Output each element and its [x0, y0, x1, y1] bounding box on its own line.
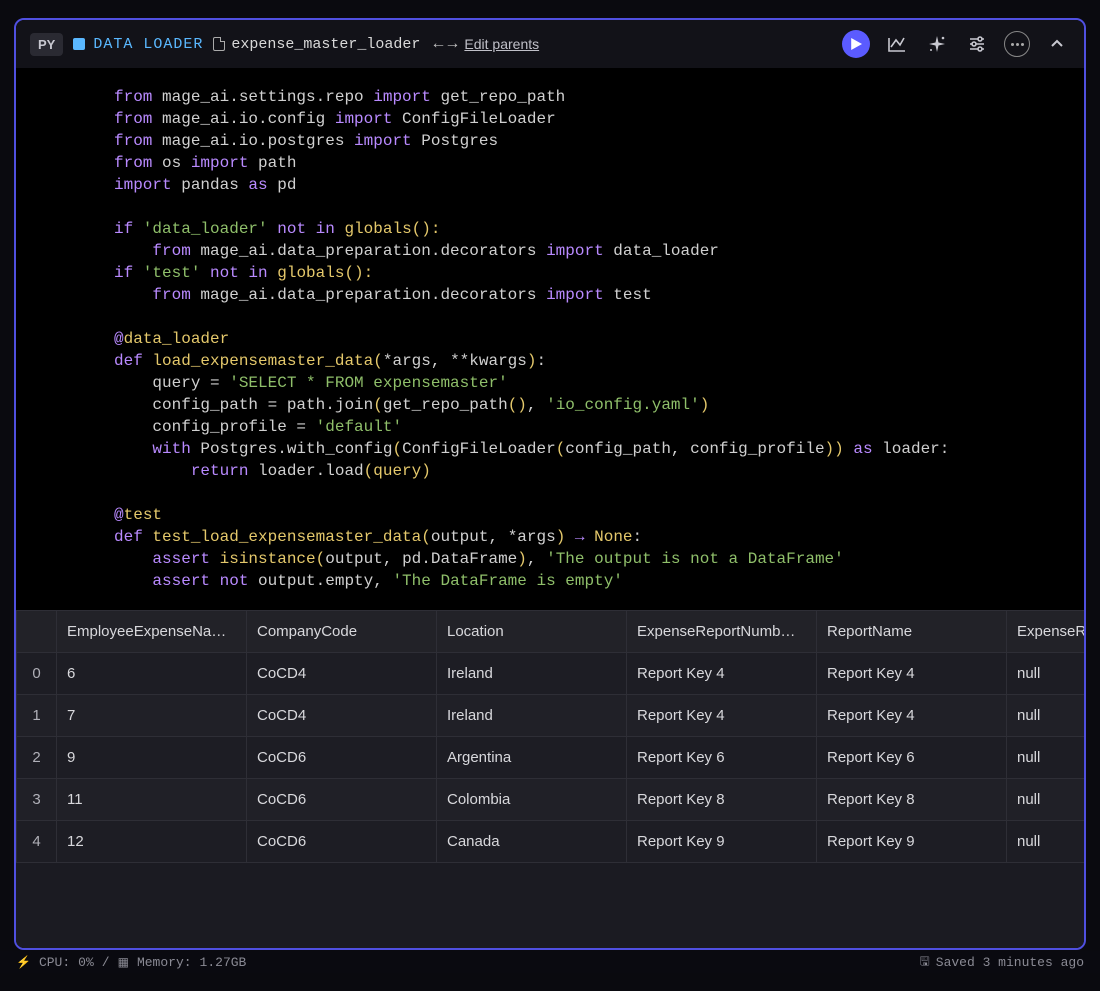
more-menu-button[interactable]	[1004, 31, 1030, 57]
table-cell: Report Key 6	[817, 737, 1007, 779]
cpu-value: 0%	[78, 955, 94, 970]
sparkle-icon	[927, 34, 947, 54]
table-cell: 9	[57, 737, 247, 779]
table-cell: Colombia	[437, 779, 627, 821]
chart-icon	[887, 34, 907, 54]
table-cell: Report Key 8	[627, 779, 817, 821]
lang-badge: PY	[30, 33, 63, 56]
table-cell: Report Key 4	[817, 653, 1007, 695]
output-table[interactable]: EmployeeExpenseNa… CompanyCode Location …	[16, 610, 1084, 948]
settings-sliders-button[interactable]	[964, 31, 990, 57]
status-bar: ⚡ CPU: 0% / ▦ Memory: 1.27GB 🖫 Saved 3 m…	[0, 951, 1100, 973]
col-header[interactable]: EmployeeExpenseNa…	[57, 611, 247, 653]
table-row[interactable]: 06CoCD4IrelandReport Key 4Report Key 4nu…	[17, 653, 1085, 695]
block-type-label[interactable]: DATA LOADER	[73, 36, 203, 53]
mem-value: 1.27GB	[200, 955, 247, 970]
row-index: 4	[17, 821, 57, 863]
table-cell: CoCD4	[247, 695, 437, 737]
table-cell: Report Key 6	[627, 737, 817, 779]
row-index: 0	[17, 653, 57, 695]
data-table: EmployeeExpenseNa… CompanyCode Location …	[16, 610, 1084, 863]
edit-parents-link[interactable]: Edit parents	[464, 36, 539, 52]
row-index: 1	[17, 695, 57, 737]
table-cell: Argentina	[437, 737, 627, 779]
panel-header: PY DATA LOADER expense_master_loader ←→ …	[16, 20, 1084, 68]
play-icon	[850, 38, 862, 50]
sliders-icon	[967, 34, 987, 54]
col-header[interactable]: ExpenseReportNumb…	[627, 611, 817, 653]
table-row[interactable]: 17CoCD4IrelandReport Key 4Report Key 4nu…	[17, 695, 1085, 737]
col-header[interactable]: Location	[437, 611, 627, 653]
table-row[interactable]: 311CoCD6ColombiaReport Key 8Report Key 8…	[17, 779, 1085, 821]
file-name-text: expense_master_loader	[231, 36, 420, 53]
file-icon	[213, 37, 225, 51]
table-cell: 6	[57, 653, 247, 695]
col-header[interactable]: CompanyCode	[247, 611, 437, 653]
table-cell: Ireland	[437, 653, 627, 695]
table-cell: CoCD6	[247, 779, 437, 821]
row-index: 2	[17, 737, 57, 779]
chevron-up-icon	[1049, 36, 1065, 52]
row-index: 3	[17, 779, 57, 821]
table-header-row: EmployeeExpenseNa… CompanyCode Location …	[17, 611, 1085, 653]
table-row[interactable]: 412CoCD6CanadaReport Key 9Report Key 9nu…	[17, 821, 1085, 863]
ellipsis-icon	[1011, 43, 1024, 46]
table-cell: CoCD6	[247, 737, 437, 779]
ai-sparkle-button[interactable]	[924, 31, 950, 57]
table-cell: Report Key 4	[627, 653, 817, 695]
saved-status: Saved 3 minutes ago	[936, 955, 1084, 970]
table-cell: null	[1007, 695, 1085, 737]
table-cell: 7	[57, 695, 247, 737]
separator: /	[102, 955, 110, 970]
edit-parents-group: ←→ Edit parents	[430, 35, 539, 53]
arrows-icon: ←→	[430, 35, 458, 53]
block-panel: PY DATA LOADER expense_master_loader ←→ …	[14, 18, 1086, 950]
table-cell: Ireland	[437, 695, 627, 737]
cpu-label: CPU:	[39, 955, 70, 970]
run-button[interactable]	[842, 30, 870, 58]
code-editor[interactable]: from mage_ai.settings.repo import get_re…	[16, 68, 1084, 610]
save-icon: 🖫	[920, 952, 930, 973]
table-row[interactable]: 29CoCD6ArgentinaReport Key 6Report Key 6…	[17, 737, 1085, 779]
chart-button[interactable]	[884, 31, 910, 57]
bolt-icon: ⚡	[16, 955, 31, 970]
table-cell: null	[1007, 653, 1085, 695]
table-cell: 11	[57, 779, 247, 821]
table-cell: CoCD4	[247, 653, 437, 695]
index-header	[17, 611, 57, 653]
table-cell: null	[1007, 821, 1085, 863]
mem-label: Memory:	[137, 955, 192, 970]
block-color-indicator	[73, 38, 85, 50]
table-cell: null	[1007, 779, 1085, 821]
table-cell: null	[1007, 737, 1085, 779]
file-name[interactable]: expense_master_loader	[213, 36, 420, 53]
table-cell: 12	[57, 821, 247, 863]
col-header[interactable]: ExpenseRe	[1007, 611, 1085, 653]
table-cell: Canada	[437, 821, 627, 863]
table-cell: Report Key 4	[627, 695, 817, 737]
block-type-text: DATA LOADER	[93, 36, 203, 53]
table-cell: Report Key 8	[817, 779, 1007, 821]
header-actions	[842, 30, 1070, 58]
table-cell: Report Key 4	[817, 695, 1007, 737]
collapse-button[interactable]	[1044, 31, 1070, 57]
table-cell: Report Key 9	[817, 821, 1007, 863]
col-header[interactable]: ReportName	[817, 611, 1007, 653]
table-cell: Report Key 9	[627, 821, 817, 863]
chip-icon: ▦	[118, 955, 129, 970]
table-cell: CoCD6	[247, 821, 437, 863]
